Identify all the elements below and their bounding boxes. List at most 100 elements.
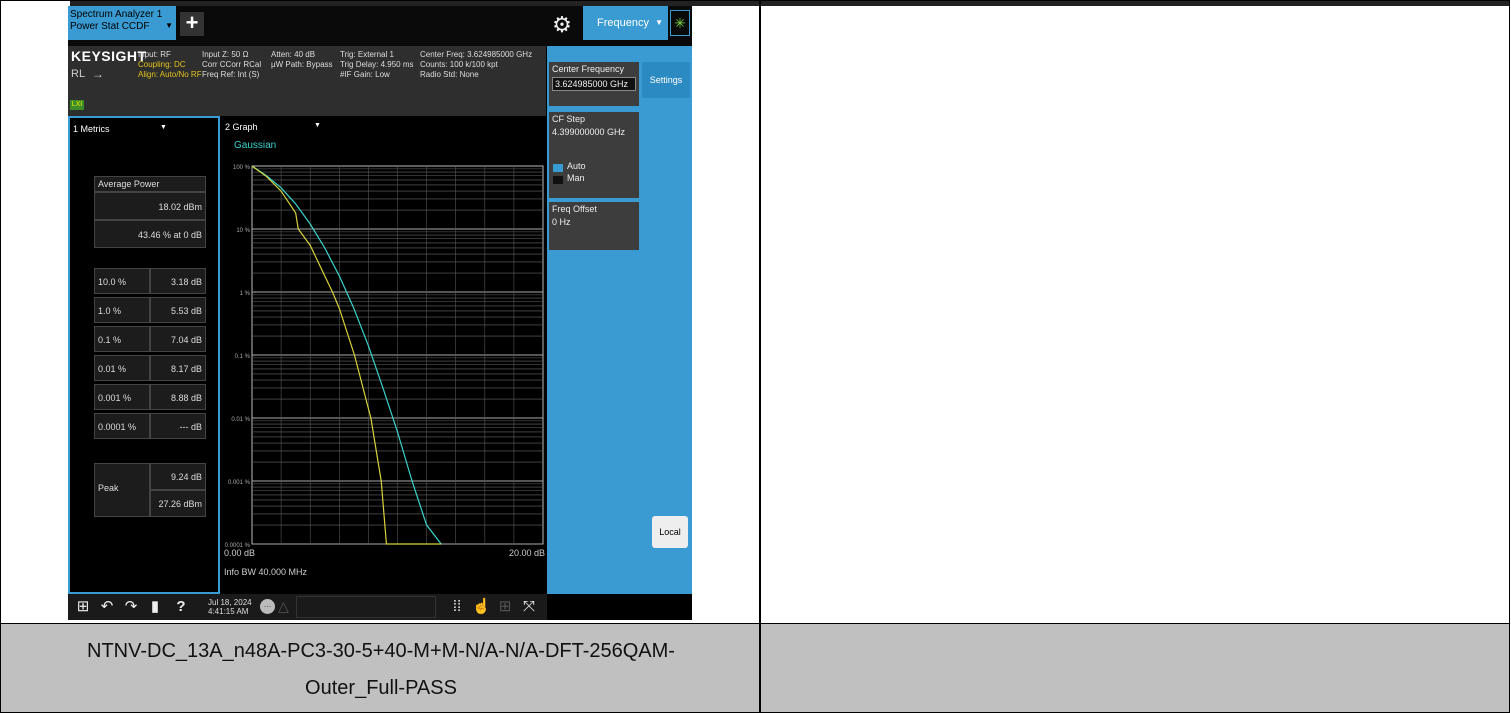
settings-tab[interactable]: Settings [642,62,690,98]
avg-power-dbm: 18.02 dBm [94,192,206,220]
header-align: Align: Auto/No RF [138,70,202,79]
caption-line-2: Outer_Full-PASS [305,677,457,699]
arrow-icon: → [92,67,104,81]
time-label: 4:41:15 AM [208,607,249,616]
man-radio-icon[interactable] [553,176,563,184]
help-icon[interactable]: ? [172,598,190,616]
undo-icon[interactable]: ↶ [98,598,116,616]
status-area [296,596,436,618]
metric-db: 3.18 dB [150,268,206,294]
avg-power-label: Average Power [94,176,206,192]
ccdf-plot: 100 %10 %1 %0.1 %0.01 %0.001 %0.0001 % [225,165,544,549]
y-tick-label: 0.1 % [235,354,251,360]
file-icon[interactable]: ▮ [146,598,164,616]
brand-logo: KEYSIGHT [71,48,147,64]
analyzer-title-bar: Spectrum Analyzer 1 Power Stat CCDF ▼ + … [68,6,692,46]
header-col-inputz: Input Z: 50 Ω Corr CCorr RCal Freq Ref: … [202,50,261,80]
auto-radio-icon[interactable] [553,164,563,172]
freq-offset-label: Freq Offset [552,204,597,214]
app-name-line1: Spectrum Analyzer 1 [70,9,163,20]
cf-step-key[interactable]: CF Step 4.399000000 GHz Auto Man [549,112,639,198]
header-corr: Corr CCorr RCal [202,60,262,69]
y-tick-label: 1 % [240,291,251,297]
lxi-badge: LXI [70,100,84,110]
y-tick-label: 10 % [236,228,250,234]
y-tick-label: 0.001 % [228,480,251,486]
datetime: Jul 18, 2024 4:41:15 AM [208,598,252,616]
fullscreen-icon[interactable]: ⤧ [520,598,538,616]
header-col-atten: Atten: 40 dB µW Path: Bypass [271,50,333,70]
table-cell-caption: NTNV-DC_13A_n48A-PC3-30-5+40-M+M-N/A-N/A… [0,623,760,713]
header-trig-delay: Trig Delay: 4.950 ms [340,60,414,69]
touch-icon[interactable]: ☝ [472,598,491,616]
metric-db: 7.04 dB [150,326,206,352]
metric-db: 8.88 dB [150,384,206,410]
header-freq-ref: Freq Ref: Int (S) [202,70,260,79]
table-cell-empty [760,0,1510,624]
remote-local-indicator: RL [71,68,86,80]
center-frequency-key[interactable]: Center Frequency 3.624985000 GHz [549,62,639,106]
dropdown-arrow-icon: ▼ [655,18,663,27]
metric-pct: 0.001 % [94,384,150,410]
local-button[interactable]: Local [652,516,688,548]
header-input-z: Input Z: 50 Ω [202,50,249,59]
header-trig: Trig: External 1 [340,50,394,59]
chat-icon[interactable]: … [260,599,275,614]
analyzer-screenshot: Spectrum Analyzer 1 Power Stat CCDF ▼ + … [68,6,692,620]
metric-db: 8.17 dB [150,355,206,381]
windows-icon[interactable]: ⊞ [74,598,92,616]
header-radio-std: Radio Std: None [420,70,479,79]
cf-step-label: CF Step [552,114,586,124]
metric-db: --- dB [150,413,206,439]
warning-icon: △ [278,598,289,614]
header-col-trig: Trig: External 1 Trig Delay: 4.950 ms #I… [340,50,420,80]
header-uw-path: µW Path: Bypass [271,60,333,69]
header-input: Input: RF [138,50,171,59]
peak-db: 9.24 dB [150,463,206,490]
app-name-line2: Power Stat CCDF [70,21,150,32]
freq-offset-value: 0 Hz [552,217,571,227]
frequency-menu-label: Frequency [597,17,649,29]
peak-dbm: 27.26 dBm [150,490,206,517]
date-label: Jul 18, 2024 [208,598,252,607]
freq-offset-key[interactable]: Freq Offset 0 Hz [549,202,639,250]
metric-pct: 0.0001 % [94,413,150,439]
header-center-freq: Center Freq: 3.624985000 GHz [420,50,533,59]
metric-pct: 1.0 % [94,297,150,323]
header-coupling: Coupling: DC [138,60,186,69]
metrics-window[interactable]: 1 Metrics ▼ Average Power 18.02 dBm 43.4… [68,116,220,594]
metrics-title: 1 Metrics [73,124,110,134]
metric-pct: 10.0 % [94,268,150,294]
center-frequency-input[interactable]: 3.624985000 GHz [552,77,636,91]
keypad-icon[interactable]: ⁞⁞ [448,598,466,616]
dropdown-arrow-icon[interactable]: ▼ [160,124,167,131]
busy-spinner-icon: ✳ [670,10,690,36]
header-atten: Atten: 40 dB [271,50,316,59]
dropdown-arrow-icon: ▼ [165,21,173,30]
center-frequency-label: Center Frequency [552,64,625,74]
avg-power-pct: 43.46 % at 0 dB [94,220,206,248]
analyzer-taskbar: ⊞ ↶ ↷ ▮ ? Jul 18, 2024 4:41:15 AM … △ ⁞⁞… [68,594,547,620]
frequency-menu-button[interactable]: Frequency ▼ [583,6,668,40]
man-option[interactable]: Man [567,173,585,183]
metric-db: 5.53 dB [150,297,206,323]
softkey-panel: Center Frequency 3.624985000 GHz Setting… [547,46,692,594]
gear-icon[interactable]: ⚙ [551,14,573,36]
caption-line-1: NTNV-DC_13A_n48A-PC3-30-5+40-M+M-N/A-N/A… [87,640,675,662]
graph-window[interactable]: 2 Graph ▼ Gaussian 100 % 10 % 1 % 0.1 % 0.01… [222,116,547,594]
peak-label: Peak [94,463,150,517]
header-col-center: Center Freq: 3.624985000 GHz Counts: 100… [420,50,532,80]
redo-icon[interactable]: ↷ [122,598,140,616]
metric-pct: 0.1 % [94,326,150,352]
header-if-gain: #IF Gain: Low [340,70,390,79]
cf-step-value: 4.399000000 GHz [552,127,626,137]
app-selector[interactable]: Spectrum Analyzer 1 Power Stat CCDF ▼ [68,6,176,40]
y-tick-label: 0.01 % [231,417,250,423]
x-start-label: 0.00 dB [224,548,256,558]
document-page: NTNV-DC_13A_n48A-PC3-30-5+40-M+M-N/A-N/A… [0,0,1511,713]
add-screen-button[interactable]: + [180,12,204,36]
grid-icon[interactable]: ⊞ [496,598,514,616]
auto-option[interactable]: Auto [567,161,586,171]
header-counts: Counts: 100 k/100 kpt [420,60,498,69]
measurement-header: KEYSIGHT RL → LXI Input: RF Coupling: DC… [68,46,546,116]
